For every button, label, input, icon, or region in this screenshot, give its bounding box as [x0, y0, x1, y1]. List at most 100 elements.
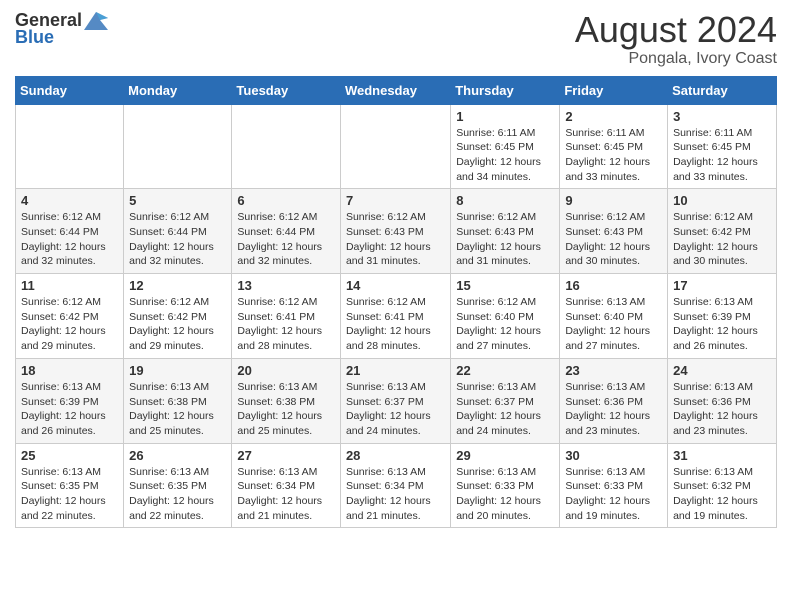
day-info-line: Sunrise: 6:12 AM [237, 295, 335, 310]
page-header: General Blue August 2024 Pongala, Ivory … [15, 10, 777, 68]
day-info-line: Sunset: 6:37 PM [346, 395, 445, 410]
day-info-line: Sunrise: 6:13 AM [129, 465, 226, 480]
week-row-4: 25Sunrise: 6:13 AMSunset: 6:35 PMDayligh… [16, 443, 777, 528]
day-info-line: Daylight: 12 hours [673, 155, 771, 170]
calendar-cell [16, 104, 124, 189]
day-info-line: Daylight: 12 hours [565, 240, 662, 255]
calendar-cell: 16Sunrise: 6:13 AMSunset: 6:40 PMDayligh… [560, 274, 668, 359]
day-info-line: Sunrise: 6:12 AM [565, 210, 662, 225]
day-info-line: Sunrise: 6:13 AM [346, 380, 445, 395]
calendar-cell: 17 Sunrise: 6:13 AMSunset: 6:39 PMDayligh… [668, 274, 777, 359]
day-info-line: Daylight: 12 hours [565, 155, 662, 170]
day-info-line: Daylight: 12 hours [237, 409, 335, 424]
day-info-line: Daylight: 12 hours [456, 240, 554, 255]
day-info-line: Sunrise: 6:13 AM [237, 465, 335, 480]
day-info-line: Daylight: 12 hours [673, 324, 771, 339]
day-number: 2 [565, 109, 662, 124]
week-row-0: 1Sunrise: 6:11 AMSunset: 6:45 PMDaylight… [16, 104, 777, 189]
day-info-line: Sunset: 6:44 PM [237, 225, 335, 240]
calendar-cell: 8Sunrise: 6:12 AMSunset: 6:43 PMDaylight… [451, 189, 560, 274]
logo-bird-icon [84, 12, 108, 30]
day-info-line: Daylight: 12 hours [346, 240, 445, 255]
day-number: 27 [237, 448, 335, 463]
calendar-cell: 22Sunrise: 6:13 AMSunset: 6:37 PMDayligh… [451, 358, 560, 443]
calendar-cell: 13Sunrise: 6:12 AMSunset: 6:41 PMDayligh… [232, 274, 341, 359]
day-number: 22 [456, 363, 554, 378]
day-info-line: Sunrise: 6:12 AM [237, 210, 335, 225]
calendar-cell: 10Sunrise: 6:12 AMSunset: 6:42 PMDayligh… [668, 189, 777, 274]
day-number: 17 [673, 278, 771, 293]
day-info-line: Sunset: 6:42 PM [21, 310, 118, 325]
day-info-line: Sunrise: 6:12 AM [456, 295, 554, 310]
day-info-line: Daylight: 12 hours [237, 240, 335, 255]
day-info-line: Sunrise: 6:12 AM [129, 210, 226, 225]
calendar-cell: 19Sunrise: 6:13 AMSunset: 6:38 PMDayligh… [124, 358, 232, 443]
day-info-line: Daylight: 12 hours [21, 324, 118, 339]
day-info-line: Sunset: 6:45 PM [565, 140, 662, 155]
day-info-line: Sunrise: 6:13 AM [673, 380, 771, 395]
day-number: 13 [237, 278, 335, 293]
day-info-line: Sunset: 6:45 PM [673, 140, 771, 155]
day-number: 15 [456, 278, 554, 293]
day-info-line: Sunset: 6:36 PM [565, 395, 662, 410]
day-info-line: Daylight: 12 hours [129, 409, 226, 424]
day-info-line: Sunrise: 6:11 AM [673, 126, 771, 141]
week-row-2: 11Sunrise: 6:12 AMSunset: 6:42 PMDayligh… [16, 274, 777, 359]
day-info-line: and 28 minutes. [237, 339, 335, 354]
week-row-3: 18 Sunrise: 6:13 AM Sunset: 6:39 PM Dayligh… [16, 358, 777, 443]
day-info-line: Sunrise: 6:12 AM [346, 295, 445, 310]
day-info-line: and 29 minutes. [21, 339, 118, 354]
calendar-cell: 23Sunrise: 6:13 AMSunset: 6:36 PMDayligh… [560, 358, 668, 443]
day-info-line: Sunset: 6:33 PM [565, 479, 662, 494]
day-info-line: and 23 minutes. [565, 424, 662, 439]
calendar-cell: 25Sunrise: 6:13 AMSunset: 6:35 PMDayligh… [16, 443, 124, 528]
day-info-line: Sunrise: 6:13 AM [673, 295, 771, 310]
calendar-cell: 26Sunrise: 6:13 AMSunset: 6:35 PMDayligh… [124, 443, 232, 528]
day-number: 26 [129, 448, 226, 463]
day-info-line: Sunset: 6:37 PM [456, 395, 554, 410]
day-info-line: Sunrise: 6:13 AM [456, 465, 554, 480]
day-info-line: Sunset: 6:35 PM [21, 479, 118, 494]
day-info-line: Sunset: 6:39 PM [673, 310, 771, 325]
day-info-line: Sunset: 6:34 PM [346, 479, 445, 494]
calendar-cell: 21Sunrise: 6:13 AMSunset: 6:37 PMDayligh… [340, 358, 450, 443]
day-info-line: and 26 minutes. [21, 424, 118, 439]
day-info-line: Daylight: 12 hours [456, 324, 554, 339]
week-row-1: 4Sunrise: 6:12 AMSunset: 6:44 PMDaylight… [16, 189, 777, 274]
day-info-line: Sunrise: 6:13 AM [237, 380, 335, 395]
calendar-cell: 9Sunrise: 6:12 AMSunset: 6:43 PMDaylight… [560, 189, 668, 274]
day-info-line: and 31 minutes. [456, 254, 554, 269]
day-number: 9 [565, 193, 662, 208]
header-day-tuesday: Tuesday [232, 76, 341, 104]
day-info-line: Sunset: 6:44 PM [129, 225, 226, 240]
page-title: August 2024 [575, 10, 777, 50]
day-info-line: and 22 minutes. [129, 509, 226, 524]
day-info-line: Sunset: 6:44 PM [21, 225, 118, 240]
calendar-cell: 4Sunrise: 6:12 AMSunset: 6:44 PMDaylight… [16, 189, 124, 274]
day-number: 31 [673, 448, 771, 463]
day-info-line: Sunrise: 6:12 AM [346, 210, 445, 225]
day-info-line: Sunset: 6:33 PM [456, 479, 554, 494]
day-info-line: and 30 minutes. [673, 254, 771, 269]
day-number: 21 [346, 363, 445, 378]
day-info-line: and 19 minutes. [673, 509, 771, 524]
day-info-line: and 23 minutes. [673, 424, 771, 439]
day-info-line: Sunset: 6:36 PM [673, 395, 771, 410]
day-info-line: Sunrise: 6:12 AM [129, 295, 226, 310]
day-info-line: and 34 minutes. [456, 170, 554, 185]
day-info-line: and 28 minutes. [346, 339, 445, 354]
day-info-line: Sunrise: 6:11 AM [565, 126, 662, 141]
day-info-line: and 22 minutes. [21, 509, 118, 524]
calendar-cell [232, 104, 341, 189]
day-info-line: and 26 minutes. [673, 339, 771, 354]
day-info-line: Sunset: 6:39 PM [21, 395, 118, 410]
day-info-line: Sunset: 6:43 PM [456, 225, 554, 240]
day-info-line: and 19 minutes. [565, 509, 662, 524]
day-info-line: Sunrise: 6:12 AM [21, 210, 118, 225]
day-info-line: Daylight: 12 hours [456, 494, 554, 509]
day-number: 18 [21, 363, 118, 378]
page-subtitle: Pongala, Ivory Coast [575, 50, 777, 68]
day-info-line: Sunrise: 6:13 AM [565, 295, 662, 310]
day-info-line: Sunset: 6:43 PM [346, 225, 445, 240]
day-info-line: and 27 minutes. [565, 339, 662, 354]
